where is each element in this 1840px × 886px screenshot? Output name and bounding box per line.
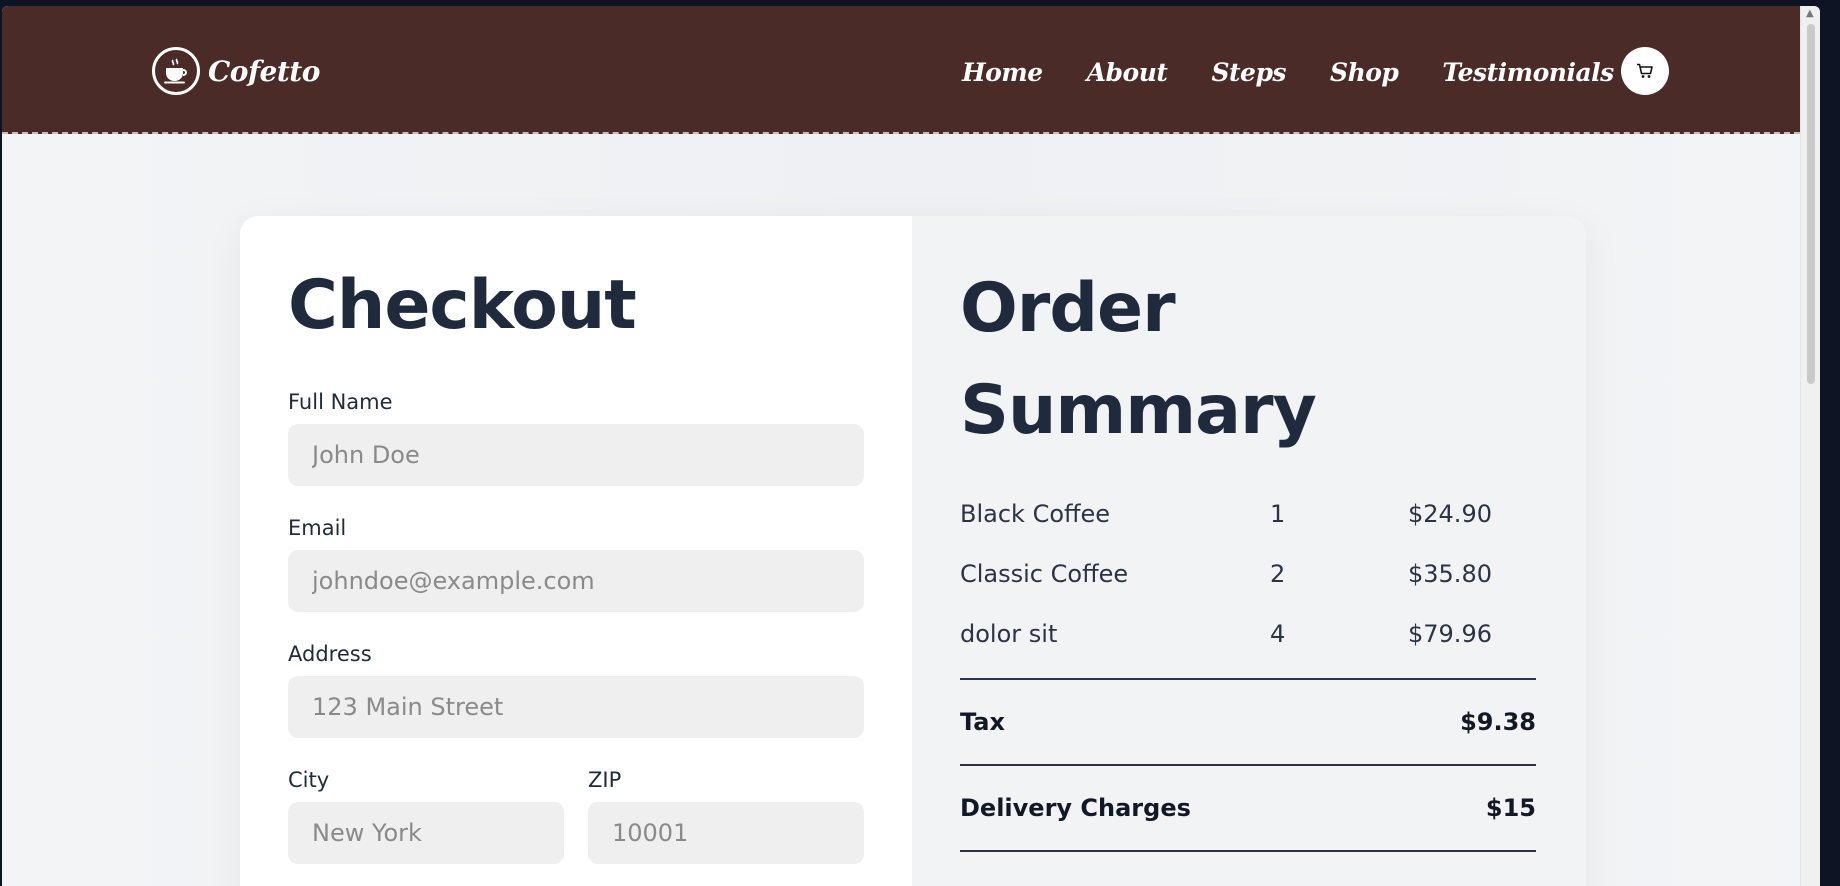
item-price: $24.90 bbox=[1408, 500, 1492, 528]
delivery-value: $15 bbox=[1485, 794, 1536, 822]
nav-link-steps[interactable]: Steps bbox=[1211, 58, 1286, 87]
city-zip-row: City ZIP bbox=[288, 768, 864, 886]
nav-link-about[interactable]: About bbox=[1087, 58, 1168, 87]
nav-link-shop[interactable]: Shop bbox=[1330, 58, 1399, 87]
email-input[interactable] bbox=[288, 550, 864, 612]
item-name: Black Coffee bbox=[960, 500, 1111, 528]
delivery-label: Delivery Charges bbox=[960, 794, 1191, 822]
nav-links: Home About Steps Shop Testimonials bbox=[962, 58, 1658, 87]
zip-group: ZIP bbox=[588, 768, 864, 886]
zip-label: ZIP bbox=[588, 768, 622, 792]
item-quantity: 2 bbox=[1270, 560, 1286, 588]
brand-name: Cofetto bbox=[208, 54, 320, 88]
brand-logo[interactable]: Cofetto bbox=[152, 46, 320, 96]
order-summary-title: Order Summary bbox=[960, 269, 1317, 450]
navbar: Cofetto Home About Steps Shop Testimonia… bbox=[2, 6, 1820, 134]
city-group: City bbox=[288, 768, 564, 886]
scrollbar-thumb[interactable] bbox=[1807, 24, 1815, 384]
nav-link-testimonials[interactable]: Testimonials bbox=[1442, 58, 1614, 87]
item-quantity: 1 bbox=[1270, 500, 1286, 528]
full-name-input[interactable] bbox=[288, 424, 864, 486]
item-price: $35.80 bbox=[1408, 560, 1492, 588]
navbar-dashed-border bbox=[2, 132, 1820, 134]
item-quantity: 4 bbox=[1270, 620, 1286, 648]
order-summary-panel: Order Summary Black Coffee 1 $24.90 Clas… bbox=[912, 216, 1586, 886]
browser-viewport: Cofetto Home About Steps Shop Testimonia… bbox=[2, 6, 1820, 886]
full-name-label: Full Name bbox=[288, 390, 393, 414]
tax-row: Tax $9.38 bbox=[960, 680, 1536, 764]
item-name: Classic Coffee bbox=[960, 560, 1129, 588]
item-price: $79.96 bbox=[1408, 620, 1492, 648]
delivery-row: Delivery Charges $15 bbox=[960, 766, 1536, 850]
order-item-row: dolor sit 4 $79.96 bbox=[960, 604, 1536, 664]
nav-link-home[interactable]: Home bbox=[962, 58, 1043, 87]
checkout-form-panel: Checkout Full Name Email Address City ZI… bbox=[240, 216, 912, 886]
cart-icon bbox=[1637, 63, 1653, 78]
item-name: dolor sit bbox=[960, 620, 1058, 648]
cart-button[interactable] bbox=[1621, 47, 1669, 95]
scroll-up-icon[interactable]: ▲ bbox=[1806, 8, 1814, 19]
order-items: Black Coffee 1 $24.90 Classic Coffee 2 $… bbox=[960, 484, 1536, 664]
address-label: Address bbox=[288, 642, 372, 666]
vertical-scrollbar[interactable]: ▲ bbox=[1800, 6, 1820, 886]
city-input[interactable] bbox=[288, 802, 564, 864]
checkout-card: Checkout Full Name Email Address City ZI… bbox=[240, 216, 1586, 886]
coffee-cup-icon bbox=[152, 47, 200, 95]
tax-value: $9.38 bbox=[1460, 708, 1536, 736]
checkout-title: Checkout bbox=[288, 266, 637, 345]
order-item-row: Classic Coffee 2 $35.80 bbox=[960, 544, 1536, 604]
address-input[interactable] bbox=[288, 676, 864, 738]
zip-input[interactable] bbox=[588, 802, 864, 864]
city-label: City bbox=[288, 768, 330, 792]
tax-label: Tax bbox=[960, 708, 1005, 736]
order-item-row: Black Coffee 1 $24.90 bbox=[960, 484, 1536, 544]
email-label: Email bbox=[288, 516, 347, 540]
summary-divider bbox=[960, 850, 1536, 852]
